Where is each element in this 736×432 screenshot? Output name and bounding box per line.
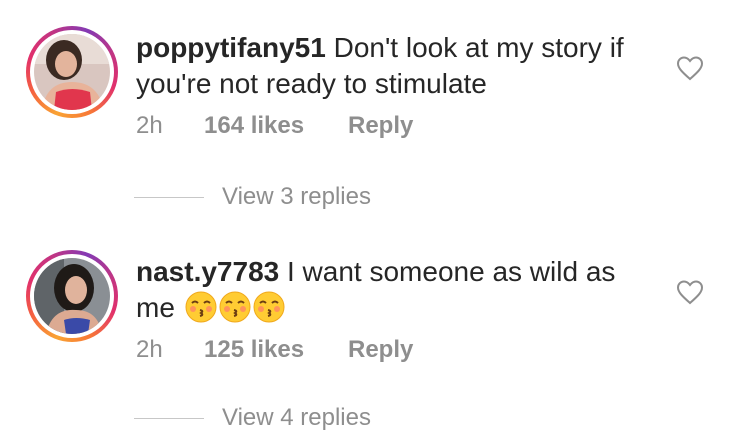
- reply-button[interactable]: Reply: [348, 112, 413, 140]
- comment-username[interactable]: poppytifany51: [136, 32, 326, 63]
- avatar-image: [34, 34, 110, 110]
- view-replies-label[interactable]: View 3 replies: [222, 183, 371, 211]
- comment-time: 2h: [136, 112, 163, 139]
- comment-meta: 2h 164 likes Reply: [136, 112, 413, 140]
- like-heart-icon[interactable]: [676, 55, 704, 81]
- avatar[interactable]: [34, 258, 110, 334]
- emoji-group: [183, 291, 285, 323]
- view-replies[interactable]: View 4 replies: [134, 404, 371, 432]
- comment-text: poppytifany51 Don't look at my story if …: [136, 30, 656, 102]
- kissing-face-emoji-icon: [185, 291, 217, 323]
- comment-likes[interactable]: 164 likes: [204, 112, 348, 140]
- avatar-story-ring[interactable]: [26, 250, 118, 342]
- avatar-gap: [30, 30, 114, 114]
- comment-likes[interactable]: 125 likes: [204, 336, 348, 364]
- reply-button[interactable]: Reply: [348, 336, 413, 364]
- avatar-gap: [30, 254, 114, 338]
- like-heart-icon[interactable]: [676, 279, 704, 305]
- comment-text: nast.y7783 I want someone as wild as me: [136, 254, 656, 326]
- kissing-face-emoji-icon: [253, 291, 285, 323]
- comment-time: 2h: [136, 336, 163, 363]
- comment-username[interactable]: nast.y7783: [136, 256, 279, 287]
- replies-divider: [134, 196, 204, 198]
- replies-divider: [134, 417, 204, 419]
- avatar-story-ring[interactable]: [26, 26, 118, 118]
- view-replies-label[interactable]: View 4 replies: [222, 404, 371, 432]
- avatar[interactable]: [34, 34, 110, 110]
- avatar-image: [34, 258, 110, 334]
- view-replies[interactable]: View 3 replies: [134, 183, 371, 211]
- kissing-face-emoji-icon: [219, 291, 251, 323]
- comment-meta: 2h 125 likes Reply: [136, 336, 413, 364]
